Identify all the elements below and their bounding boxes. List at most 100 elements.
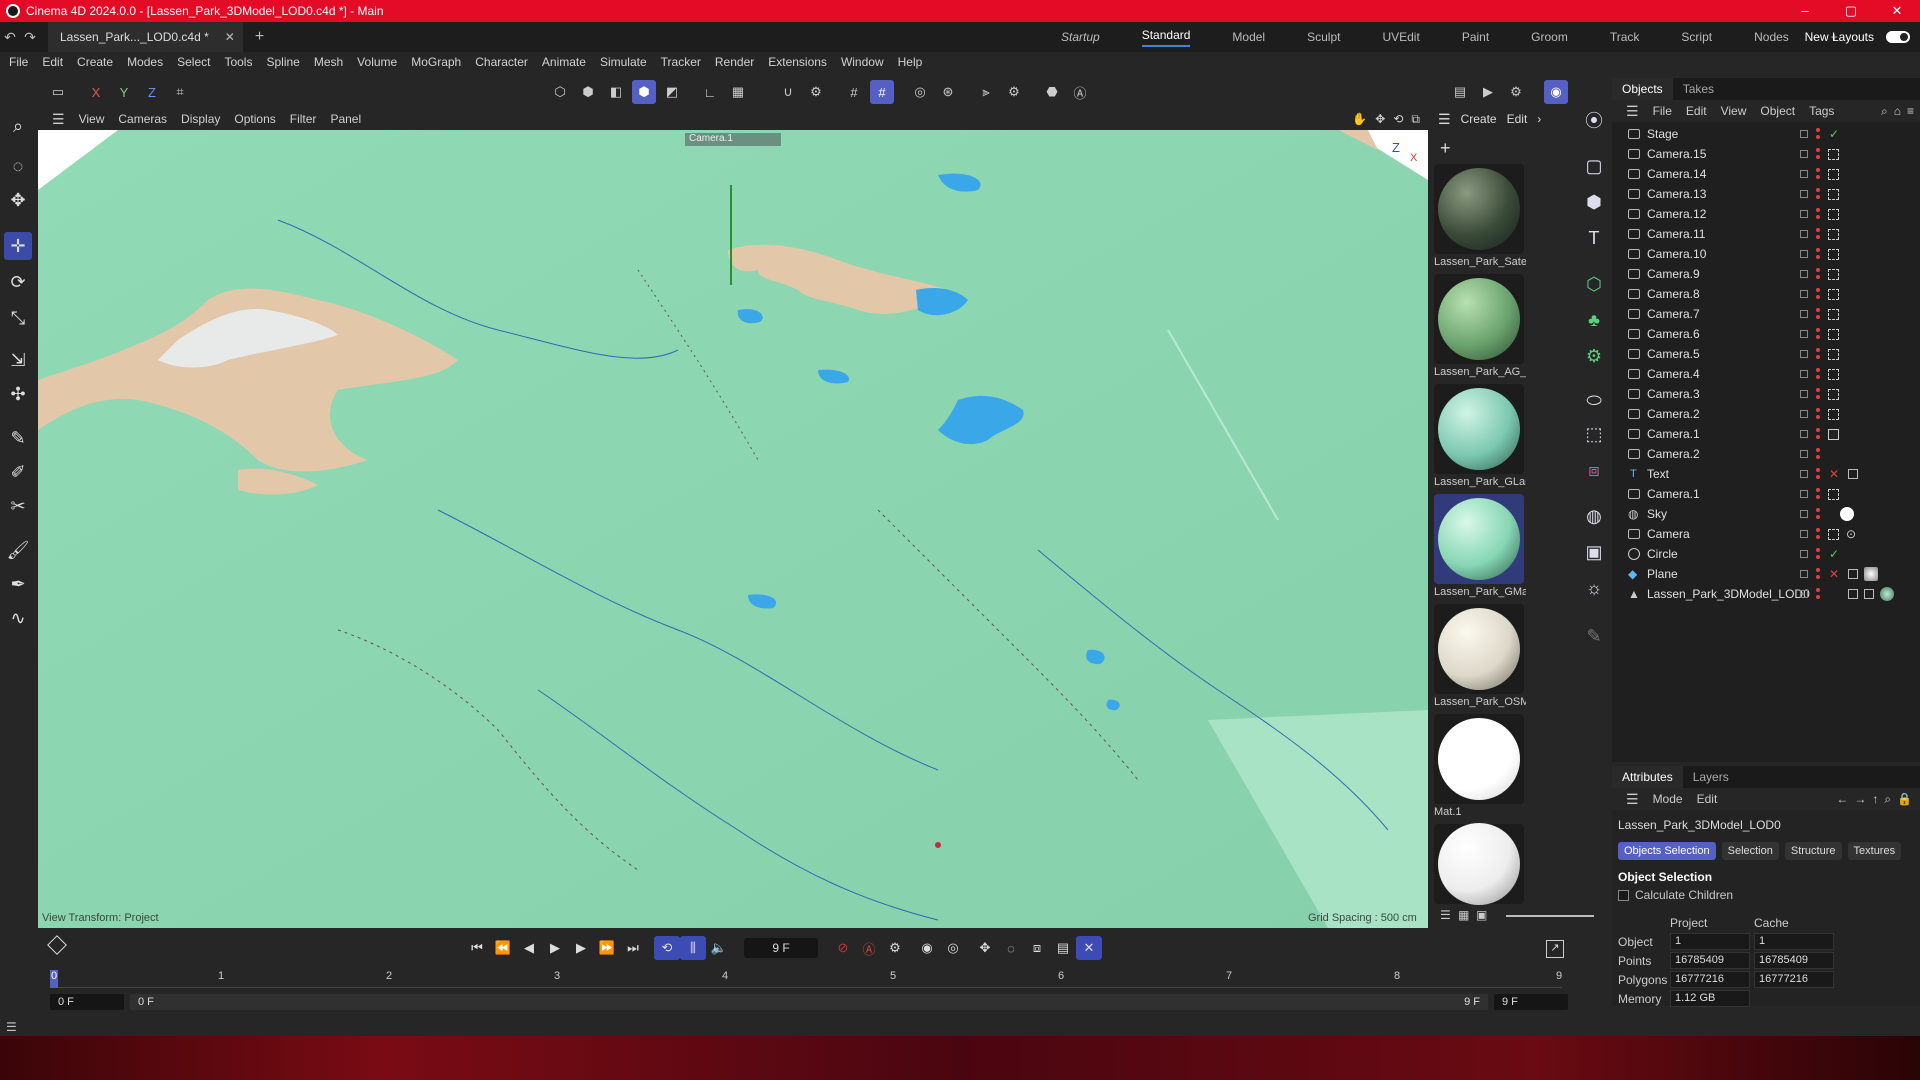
motion-system-icon[interactable]: ▤ [1050, 936, 1076, 960]
pan-view-icon[interactable]: ✋ [1352, 112, 1367, 126]
select-tool-icon[interactable]: ✥ [4, 186, 32, 214]
spline-pen-icon[interactable]: ✎ [4, 424, 32, 452]
object-row[interactable]: Camera.12 [1612, 204, 1920, 224]
layout-groom[interactable]: Groom [1531, 30, 1568, 44]
objects-menu-object[interactable]: Object [1760, 104, 1795, 118]
visibility-toggle[interactable] [1800, 550, 1808, 558]
editor-render-dots[interactable] [1816, 188, 1820, 200]
move-tool-icon[interactable]: ✛ [4, 232, 32, 260]
objects-menu-edit[interactable]: Edit [1686, 104, 1707, 118]
visibility-toggle[interactable] [1800, 370, 1808, 378]
material-ball-tag-icon[interactable] [1880, 587, 1894, 601]
timeline-ruler[interactable]: 0 1 2 3 4 5 6 7 8 9 [50, 970, 1562, 988]
layout-paint[interactable]: Paint [1462, 30, 1489, 44]
objects-menu-icon[interactable]: ☰ [1626, 103, 1639, 120]
edges-mode-icon[interactable]: ⬢ [576, 80, 600, 104]
layout-nodes[interactable]: Nodes [1754, 30, 1789, 44]
editor-render-dots[interactable] [1816, 348, 1820, 360]
viewport-solo-icon[interactable]: ⬣ [1040, 80, 1064, 104]
soft-selection-icon[interactable]: ◎ [908, 80, 932, 104]
layout-standard[interactable]: Standard [1141, 28, 1191, 47]
add-material-icon[interactable]: + [1440, 138, 1451, 159]
environment-icon[interactable]: ◍ [1580, 502, 1608, 530]
generator-icon[interactable]: ⬡ [1580, 270, 1608, 298]
menu-help[interactable]: Help [898, 55, 923, 69]
add-tab-button[interactable]: + [255, 28, 264, 46]
undo-icon[interactable]: ↶ [0, 29, 20, 46]
go-to-start-icon[interactable]: ⏮ [464, 936, 490, 960]
object-row[interactable]: Camera.15 [1612, 144, 1920, 164]
preview-size-slider[interactable] [1506, 915, 1594, 917]
timeline-graph-icon[interactable]: ↗ [1546, 940, 1564, 958]
objects-search-icon[interactable]: ⌕ [1881, 104, 1888, 119]
selection-tab[interactable]: Selection [1721, 842, 1779, 860]
menu-volume[interactable]: Volume [357, 55, 397, 69]
menu-file[interactable]: File [9, 55, 28, 69]
menu-tools[interactable]: Tools [224, 55, 252, 69]
transfer-tool-icon[interactable]: ✣ [4, 380, 32, 408]
menu-mograph[interactable]: MoGraph [411, 55, 461, 69]
object-row[interactable]: ◆ Plane ✕ [1612, 564, 1920, 584]
material-swatch[interactable] [1434, 823, 1526, 905]
3d-viewport[interactable]: Camera.1 Z X View Transform: Project Gri… [38, 130, 1428, 928]
object-row[interactable]: Camera.1 [1612, 484, 1920, 504]
camera-target-tag-icon[interactable] [1828, 348, 1839, 360]
menu-animate[interactable]: Animate [542, 55, 586, 69]
coordinate-system-icon[interactable]: ⌗ [168, 80, 192, 104]
visibility-toggle[interactable] [1800, 170, 1808, 178]
object-row[interactable]: Camera.7 [1612, 304, 1920, 324]
visibility-toggle[interactable] [1800, 450, 1808, 458]
material-menu-edit[interactable]: Edit [1507, 112, 1528, 126]
playback-mode-icon[interactable]: ⫼ [680, 936, 706, 960]
visibility-toggle[interactable] [1800, 290, 1808, 298]
text-object-icon[interactable]: T [1580, 224, 1608, 252]
visibility-toggle[interactable] [1800, 470, 1808, 478]
rotate-view-icon[interactable]: ⟲ [1393, 112, 1403, 126]
object-row[interactable]: Camera.14 [1612, 164, 1920, 184]
editor-render-dots[interactable] [1816, 548, 1820, 560]
lock-icon[interactable]: 🔒 [1897, 792, 1912, 806]
status-menu-icon[interactable]: ☰ [6, 1020, 17, 1034]
attributes-search-icon[interactable]: ⌕ [1884, 792, 1891, 807]
object-row[interactable]: Camera.3 [1612, 384, 1920, 404]
key-scale-icon[interactable]: ✥ [972, 936, 998, 960]
editor-render-dots[interactable] [1816, 508, 1820, 520]
visibility-toggle[interactable] [1800, 390, 1808, 398]
visibility-toggle[interactable] [1800, 430, 1808, 438]
model-mode-icon[interactable]: ▭ [46, 80, 70, 104]
object-row[interactable]: Camera.2 [1612, 404, 1920, 424]
editor-render-dots[interactable] [1816, 288, 1820, 300]
visibility-toggle[interactable] [1800, 490, 1808, 498]
objects-menu-file[interactable]: File [1653, 104, 1672, 118]
menu-extensions[interactable]: Extensions [768, 55, 827, 69]
material-swatch[interactable]: Lassen_Park_GMa [1434, 494, 1526, 598]
lock-y-axis-button[interactable]: Y [112, 80, 136, 104]
loop-icon[interactable]: ⟲ [654, 936, 680, 960]
auto-key-icon[interactable]: Ⓐ [1068, 80, 1092, 104]
editor-render-dots[interactable] [1816, 228, 1820, 240]
layout-uvedit[interactable]: UVEdit [1382, 30, 1419, 44]
transform-tool-icon[interactable]: ⇲ [4, 346, 32, 374]
material-swatch[interactable]: Lassen_Park_GLan [1434, 384, 1526, 488]
menu-character[interactable]: Character [475, 55, 528, 69]
autokey-icon[interactable]: Ⓐ [856, 936, 882, 960]
knife-tool-icon[interactable]: ✂ [4, 492, 32, 520]
editor-render-dots[interactable] [1816, 388, 1820, 400]
calculate-children-checkbox[interactable] [1618, 889, 1629, 901]
object-row[interactable]: Camera.4 [1612, 364, 1920, 384]
cloner-icon[interactable]: ⚙ [1580, 342, 1608, 370]
object-row[interactable]: Camera.1 [1612, 424, 1920, 444]
object-row[interactable]: Stage ✓ [1612, 124, 1920, 144]
play-icon[interactable]: ▶ [542, 936, 568, 960]
start-frame-field[interactable]: 0 F [50, 994, 124, 1010]
visibility-toggle[interactable] [1800, 570, 1808, 578]
maximize-button[interactable]: ▢ [1828, 0, 1874, 22]
object-row[interactable]: Camera.11 [1612, 224, 1920, 244]
object-row[interactable]: ◍ Sky [1612, 504, 1920, 524]
new-layouts-toggle[interactable] [1886, 31, 1910, 43]
close-tab-icon[interactable]: ✕ [225, 30, 235, 44]
key-param-icon[interactable]: ◌ [998, 936, 1024, 960]
symmetry-icon[interactable]: ⫸ [974, 80, 998, 104]
camera-target-tag-icon[interactable] [1828, 288, 1839, 300]
object-row[interactable]: Camera.6 [1612, 324, 1920, 344]
